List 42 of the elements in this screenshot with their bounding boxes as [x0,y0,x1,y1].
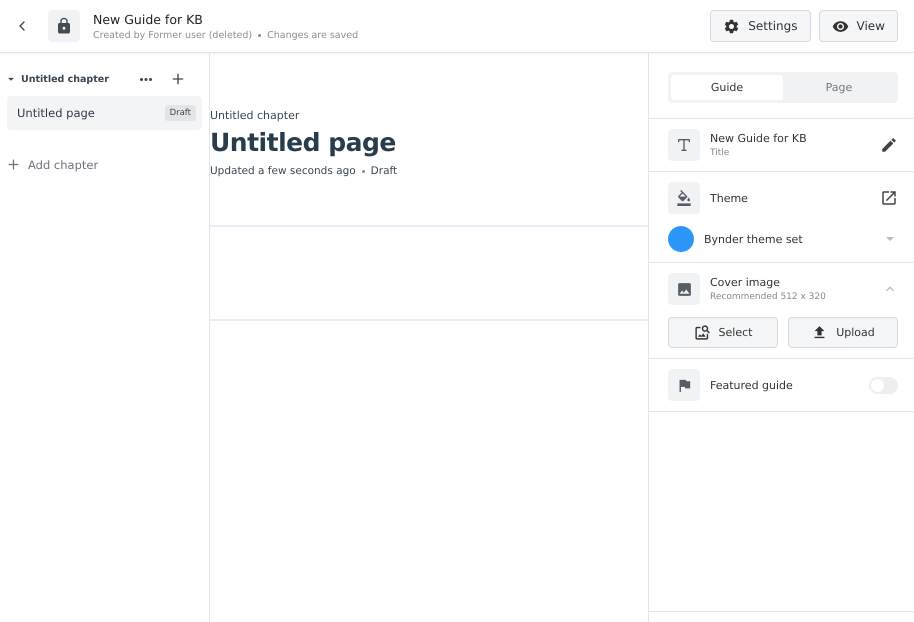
theme-select[interactable]: Bynder theme set [668,226,898,252]
save-status: Changes are saved [267,30,358,40]
open-external-icon [880,189,898,207]
settings-button[interactable]: Settings [710,10,811,42]
add-page-button[interactable] [170,71,186,87]
panel-tab[interactable]: Guide [671,75,783,100]
chapter-name: Untitled chapter [210,109,300,122]
select-button[interactable]: Select [668,317,778,348]
featured-label: Featured guide [710,378,794,392]
page-status: Draft [370,165,398,177]
flag-icon [668,369,700,401]
upload-button[interactable]: Upload [788,317,898,348]
guide-name: New Guide for KB [710,132,808,145]
guide-title: New Guide for KB [93,12,204,26]
more-button[interactable] [140,78,152,80]
plus-icon [6,157,21,172]
open-external-button[interactable] [880,189,898,207]
dropdown-icon [886,237,894,241]
page-title: Untitled page [17,106,95,120]
panel-tab[interactable]: Page [783,75,895,100]
created-by-text: Created by Former user (deleted) [93,30,252,40]
lock-icon [48,10,80,42]
image-search-icon [694,324,711,341]
page-heading: Untitled page [210,128,397,157]
theme-icon [668,182,700,214]
chapter-item[interactable]: Untitled chapter [4,72,140,86]
cover-hint: Recommended 512 x 320 [710,292,827,302]
title-label: Title [710,148,730,158]
draft-badge: Draft [164,105,196,121]
theme-label: Theme [710,192,749,204]
pencil-icon [880,136,898,154]
plus-icon [170,71,186,87]
settings-icon [723,18,740,34]
page-item[interactable]: Untitled page Draft [7,96,202,130]
text-icon [668,129,700,161]
add-chapter-button[interactable]: Add chapter [4,157,98,172]
cover-image-label: Cover image [710,276,781,289]
more-icon [140,78,152,80]
view-button[interactable]: View [818,10,898,42]
edit-button[interactable] [880,136,898,154]
updated-text: Updated a few seconds ago [210,165,356,177]
image-icon [668,273,700,305]
